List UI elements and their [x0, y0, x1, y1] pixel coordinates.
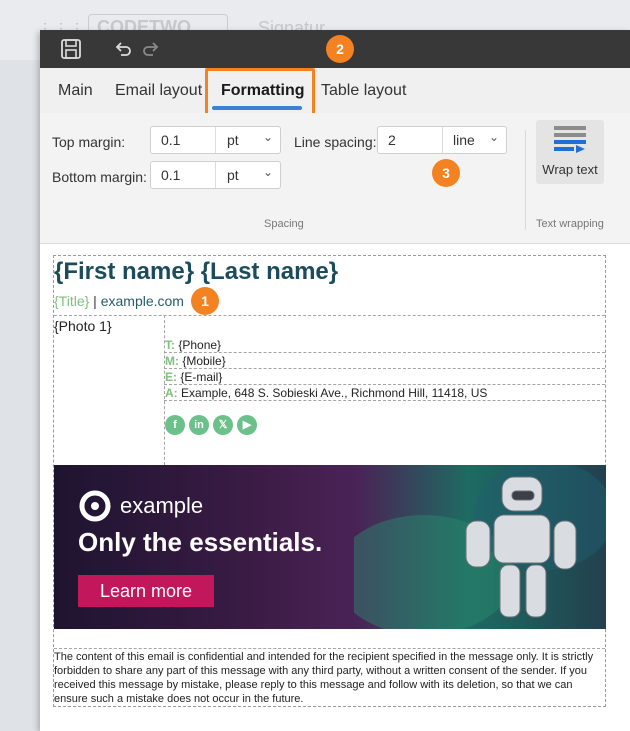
- wrap-text-button[interactable]: Wrap text: [536, 120, 604, 184]
- line-spacing-field[interactable]: 2 line ⌄: [377, 126, 507, 154]
- tab-table-layout[interactable]: Table layout: [321, 68, 406, 113]
- contact-phone[interactable]: T: {Phone}: [165, 338, 221, 352]
- signature-editor-window: 2 Main Email layout Formatting Table lay…: [40, 30, 630, 731]
- line-spacing-unit[interactable]: line: [453, 132, 475, 148]
- bottom-margin-value[interactable]: 0.1: [161, 167, 180, 183]
- bottom-margin-field[interactable]: 0.1 pt ⌄: [150, 161, 281, 189]
- chevron-down-icon[interactable]: ⌄: [489, 130, 499, 144]
- title-bar: 2: [40, 30, 630, 68]
- legal-disclaimer[interactable]: The content of this email is confidentia…: [54, 650, 607, 706]
- wrap-text-label: Wrap text: [542, 162, 598, 177]
- chevron-down-icon[interactable]: ⌄: [263, 130, 273, 144]
- marketing-banner[interactable]: example Only the essentials. Learn more: [54, 465, 606, 629]
- ribbon-tab-bar: Main Email layout Formatting Table layou…: [40, 68, 630, 113]
- signature-name[interactable]: {First name} {Last name}: [54, 258, 338, 286]
- background-sidebar: [0, 60, 40, 731]
- contact-mobile[interactable]: M: {Mobile}: [165, 354, 226, 368]
- chevron-down-icon[interactable]: ⌄: [263, 165, 273, 179]
- learn-more-button[interactable]: Learn more: [78, 575, 214, 607]
- wrap-text-icon: [554, 126, 586, 153]
- bottom-margin-label: Bottom margin:: [52, 169, 147, 185]
- x-icon[interactable]: 𝕏: [213, 415, 233, 435]
- ribbon-group-divider: [525, 130, 526, 230]
- top-margin-value[interactable]: 0.1: [161, 132, 180, 148]
- spacing-group-label: Spacing: [264, 218, 304, 230]
- contact-address[interactable]: A: Example, 648 S. Sobieski Ave., Richmo…: [165, 386, 487, 400]
- callout-badge-3: 3: [432, 159, 460, 187]
- youtube-icon[interactable]: ▶: [237, 415, 257, 435]
- linkedin-icon[interactable]: in: [189, 415, 209, 435]
- photo-placeholder[interactable]: {Photo 1}: [54, 318, 112, 334]
- line-spacing-label: Line spacing:: [294, 134, 377, 150]
- redo-icon[interactable]: [140, 38, 162, 60]
- top-margin-label: Top margin:: [52, 134, 126, 150]
- top-margin-field[interactable]: 0.1 pt ⌄: [150, 126, 281, 154]
- signature-preview: {First name} {Last name} {Title} | examp…: [53, 255, 606, 707]
- save-icon[interactable]: [60, 38, 82, 60]
- callout-badge-2: 2: [326, 35, 354, 63]
- line-spacing-value[interactable]: 2: [388, 132, 396, 148]
- facebook-icon[interactable]: f: [165, 415, 185, 435]
- example-logo-icon: [79, 490, 111, 522]
- bottom-margin-unit[interactable]: pt: [227, 167, 239, 183]
- contact-email[interactable]: E: {E-mail}: [165, 370, 222, 384]
- formatting-tab-highlight: [205, 68, 315, 119]
- callout-badge-1: 1: [191, 287, 219, 315]
- banner-robot-art: [354, 465, 606, 629]
- top-margin-unit[interactable]: pt: [227, 132, 239, 148]
- banner-brand: example: [120, 493, 204, 518]
- banner-headline: Only the essentials.: [78, 527, 323, 557]
- tab-email-layout[interactable]: Email layout: [115, 68, 202, 113]
- title-placeholder: {Title}: [54, 293, 90, 309]
- text-wrapping-group-label: Text wrapping: [536, 218, 604, 230]
- title-separator: |: [89, 293, 101, 309]
- signature-title-line[interactable]: {Title} | example.com: [54, 293, 184, 309]
- undo-icon[interactable]: [112, 38, 134, 60]
- website-link[interactable]: example.com: [101, 293, 184, 309]
- tab-main[interactable]: Main: [58, 68, 93, 113]
